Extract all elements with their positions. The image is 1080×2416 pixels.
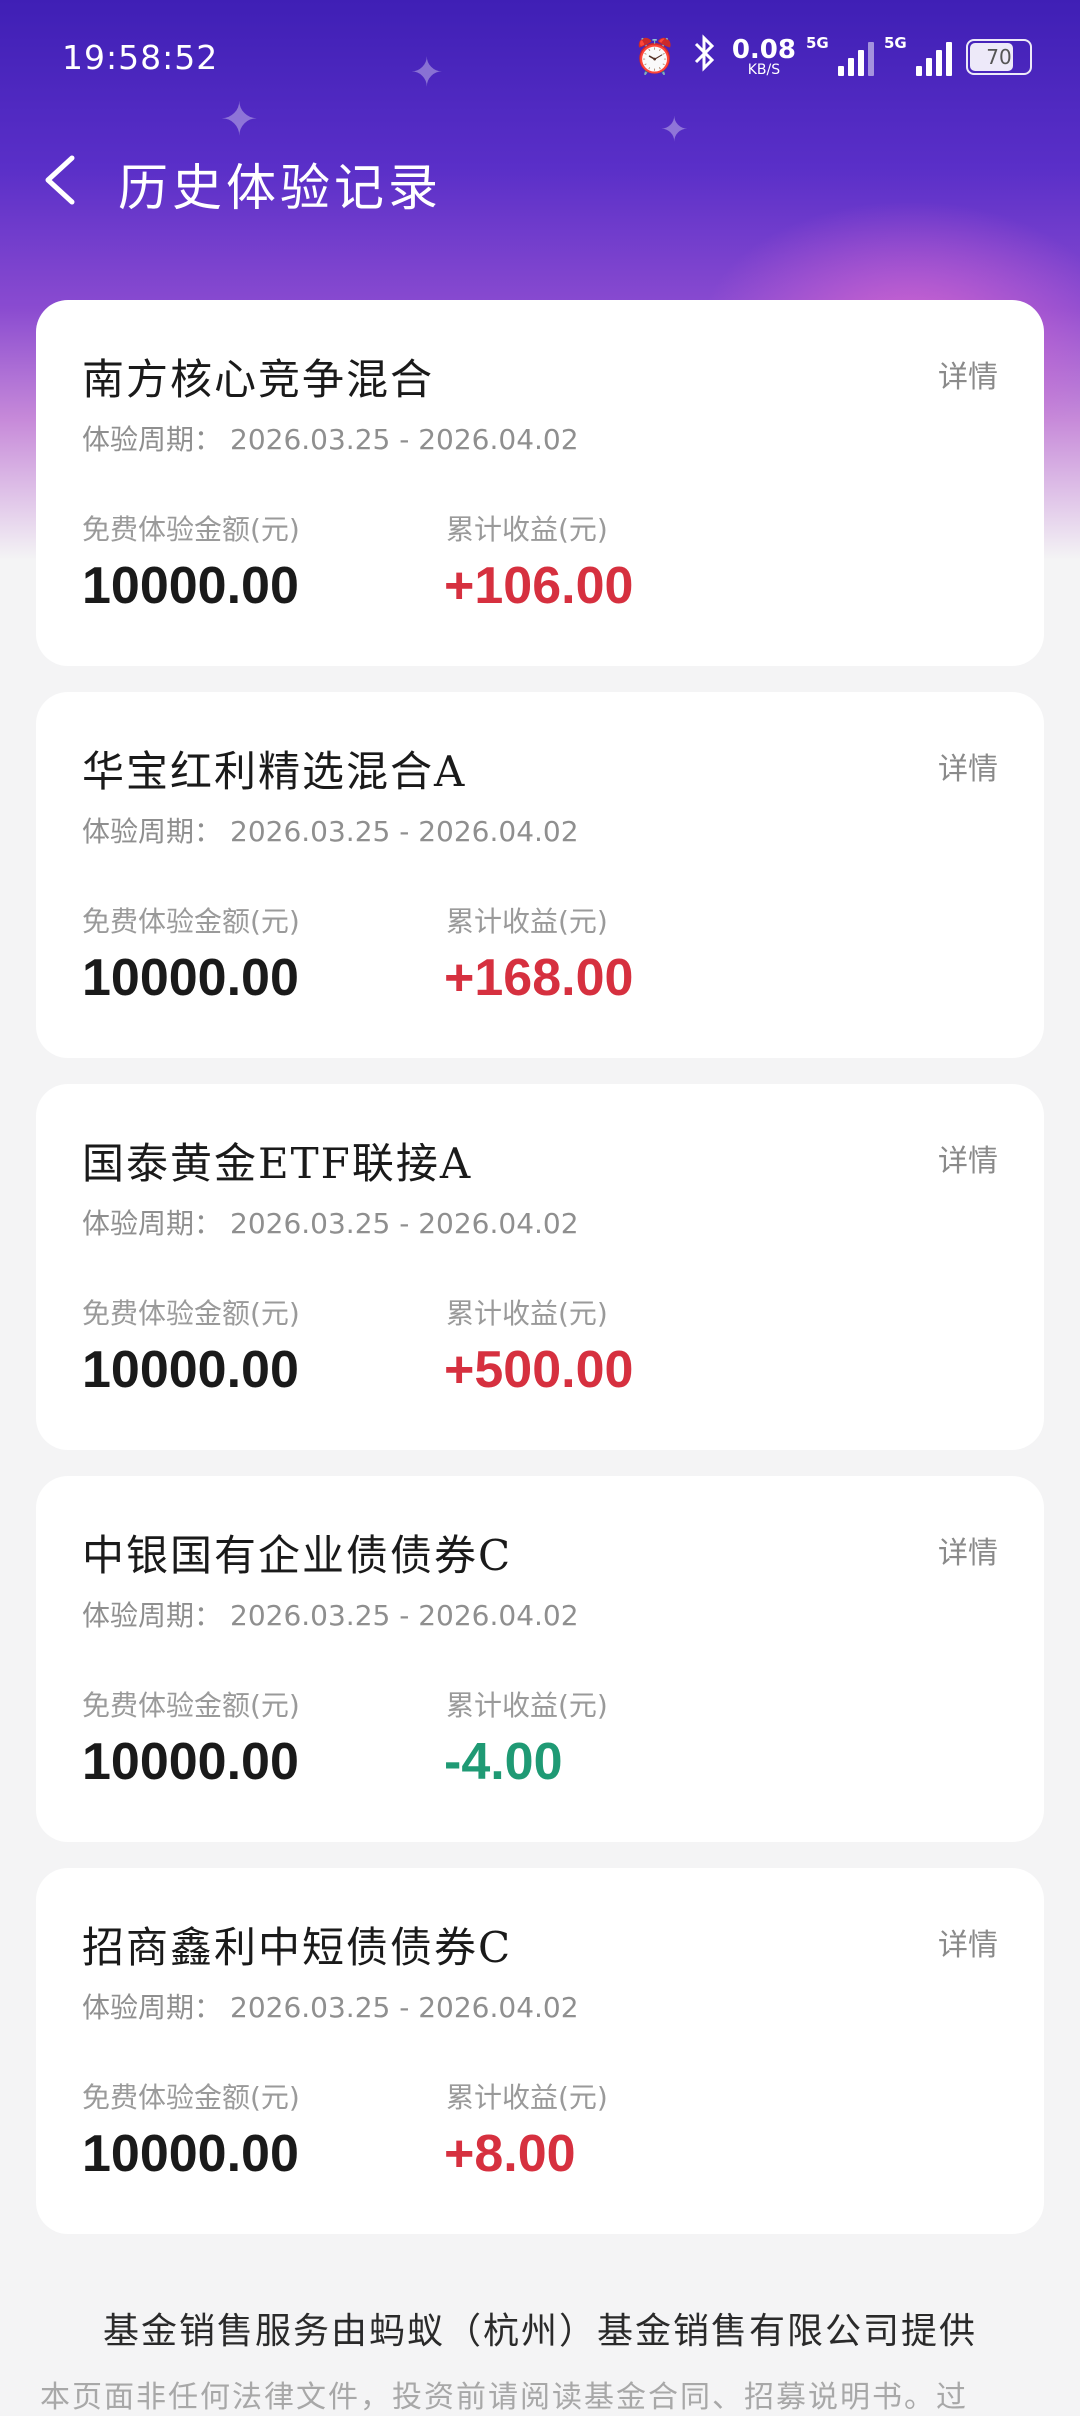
fund-name: 招商鑫利中短债债券C <box>82 1923 513 1972</box>
detail-link[interactable]: 详情 <box>938 1136 998 1180</box>
amount-label: 免费体验金额(元) <box>82 1689 300 1722</box>
page-title: 历史体验记录 <box>118 159 442 217</box>
back-button[interactable] <box>36 150 96 210</box>
record-card[interactable]: 华宝红利精选混合A 详情 体验周期： 2026.03.25 - 2026.04.0… <box>36 692 1044 1058</box>
network-speed: 0.08 KB/S <box>731 34 796 78</box>
income-label: 累计收益(元) <box>446 513 608 546</box>
income-label: 累计收益(元) <box>446 1689 608 1722</box>
disclaimer-text: 本页面非任何法律文件，投资前请阅读基金合同、招募说明书。过 <box>40 2380 968 2415</box>
experience-period: 体验周期： 2026.03.25 - 2026.04.02 <box>82 1599 579 1632</box>
amount-value: 10000.00 <box>82 1733 299 1791</box>
income-value: -4.00 <box>444 1733 563 1791</box>
fund-name: 国泰黄金ETF联接A <box>82 1139 473 1188</box>
status-time: 19:58:52 <box>62 38 219 77</box>
record-card[interactable]: 中银国有企业债债券C 详情 体验周期： 2026.03.25 - 2026.04.… <box>36 1476 1044 1842</box>
chevron-left-icon <box>45 155 75 205</box>
amount-value: 10000.00 <box>82 949 299 1007</box>
amount-label: 免费体验金额(元) <box>82 905 300 938</box>
detail-link[interactable]: 详情 <box>938 352 998 396</box>
signal-icon: 5G <box>806 34 874 76</box>
amount-label: 免费体验金额(元) <box>82 2081 300 2114</box>
experience-period: 体验周期： 2026.03.25 - 2026.04.02 <box>82 815 579 848</box>
amount-value: 10000.00 <box>82 1341 299 1399</box>
amount-label: 免费体验金额(元) <box>82 1297 300 1330</box>
income-value: +500.00 <box>444 1341 634 1399</box>
fund-name: 中银国有企业债债券C <box>82 1531 513 1580</box>
income-value: +106.00 <box>444 557 634 615</box>
detail-link[interactable]: 详情 <box>938 744 998 788</box>
alarm-icon: ⏰ <box>633 36 676 77</box>
experience-period: 体验周期： 2026.03.25 - 2026.04.02 <box>82 1991 579 2024</box>
fund-name: 南方核心竞争混合 <box>82 355 435 404</box>
signal-icon: 5G <box>884 34 952 76</box>
record-card[interactable]: 国泰黄金ETF联接A 详情 体验周期： 2026.03.25 - 2026.04.… <box>36 1084 1044 1450</box>
income-value: +8.00 <box>444 2125 576 2183</box>
amount-label: 免费体验金额(元) <box>82 513 300 546</box>
detail-link[interactable]: 详情 <box>938 1920 998 1964</box>
record-card[interactable]: 招商鑫利中短债债券C 详情 体验周期： 2026.03.25 - 2026.04.… <box>36 1868 1044 2234</box>
provider-notice: 基金销售服务由蚂蚁（杭州）基金销售有限公司提供 <box>102 2311 977 2352</box>
detail-link[interactable]: 详情 <box>938 1528 998 1572</box>
status-bar: 19:58:52 ⏰ 0.08 KB/S 5G 5G 70 <box>0 0 1080 120</box>
battery-icon: 70 <box>966 38 1032 75</box>
fund-name: 华宝红利精选混合A <box>82 747 467 796</box>
bluetooth-icon <box>690 34 718 79</box>
nav-bar: 历史体验记录 <box>0 130 1080 230</box>
amount-value: 10000.00 <box>82 557 299 615</box>
record-list: 南方核心竞争混合 详情 体验周期： 2026.03.25 - 2026.04.02… <box>36 300 1044 2260</box>
experience-period: 体验周期： 2026.03.25 - 2026.04.02 <box>82 1207 579 1240</box>
income-label: 累计收益(元) <box>446 2081 608 2114</box>
experience-period: 体验周期： 2026.03.25 - 2026.04.02 <box>82 423 579 456</box>
income-label: 累计收益(元) <box>446 905 608 938</box>
amount-value: 10000.00 <box>82 2125 299 2183</box>
record-card[interactable]: 南方核心竞争混合 详情 体验周期： 2026.03.25 - 2026.04.02… <box>36 300 1044 666</box>
income-label: 累计收益(元) <box>446 1297 608 1330</box>
income-value: +168.00 <box>444 949 634 1007</box>
